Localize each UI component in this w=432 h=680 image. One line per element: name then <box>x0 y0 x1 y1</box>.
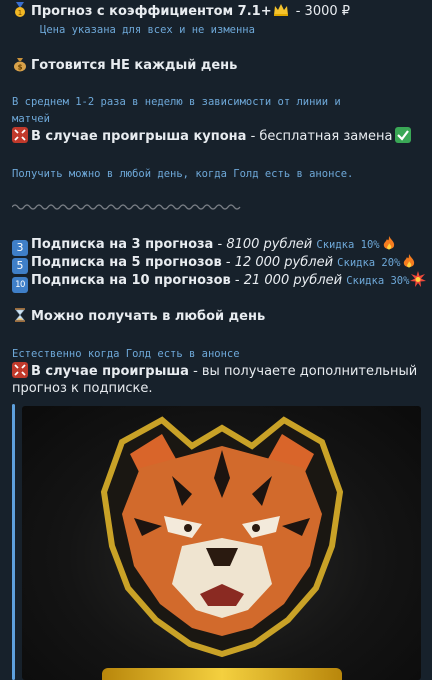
money-bag-icon: $ <box>12 56 28 72</box>
svg-text:$: $ <box>18 64 23 72</box>
loss-bonus-line2: прогноз к подписке. <box>12 381 153 396</box>
availability-note-2: Естественно когда Голд есть в анонсе <box>12 348 240 360</box>
check-mark-icon <box>395 127 412 143</box>
frequency-note-line1: В среднем 1-2 раза в неделю в зависимост… <box>12 96 341 108</box>
medal-icon: 1 <box>12 2 28 18</box>
quote-bar <box>12 404 15 680</box>
keycap-10-icon: 10 <box>12 277 28 293</box>
anger-icon <box>12 362 28 378</box>
title-price: - 3000 ₽ <box>291 4 351 19</box>
discount-label: Скидка 20% <box>337 257 401 269</box>
discount-label: Скидка 10% <box>316 239 380 251</box>
loss-bonus-line1: В случае проигрыша - вы получаете дополн… <box>12 362 417 381</box>
crown-icon <box>273 2 289 18</box>
section1-heading: $ Готовится НЕ каждый день <box>12 56 237 75</box>
tiger-head-logo <box>100 416 344 658</box>
discount-label: Скидка 30% <box>346 275 410 287</box>
hourglass-icon <box>12 307 28 323</box>
title-line: 1 Прогноз с коэффициентом 7.1+ - 3000 ₽ <box>12 2 350 21</box>
fire-icon <box>401 253 417 269</box>
fire-icon <box>381 235 397 251</box>
anger-icon <box>12 127 28 143</box>
tiger-logo-image[interactable] <box>22 406 421 680</box>
subscription-row: 10 Подписка на 10 прогнозов - 21 000 рубл… <box>12 271 429 293</box>
section2-heading: Можно получать в любой день <box>12 307 265 326</box>
svg-text:1: 1 <box>18 9 22 17</box>
loss-replacement-line: В случае проигрыша купона - бесплатная з… <box>12 127 414 146</box>
wavy-divider <box>12 204 241 210</box>
price-note: Цена указана для всех и не изменна <box>40 24 255 36</box>
collision-icon <box>410 271 427 287</box>
frequency-note-line2: матчей <box>12 113 50 125</box>
gold-banner-fragment <box>102 668 342 680</box>
title-text: Прогноз с коэффициентом 7.1+ <box>31 4 272 19</box>
availability-note: Получить можно в любой день, когда Голд … <box>12 168 354 180</box>
